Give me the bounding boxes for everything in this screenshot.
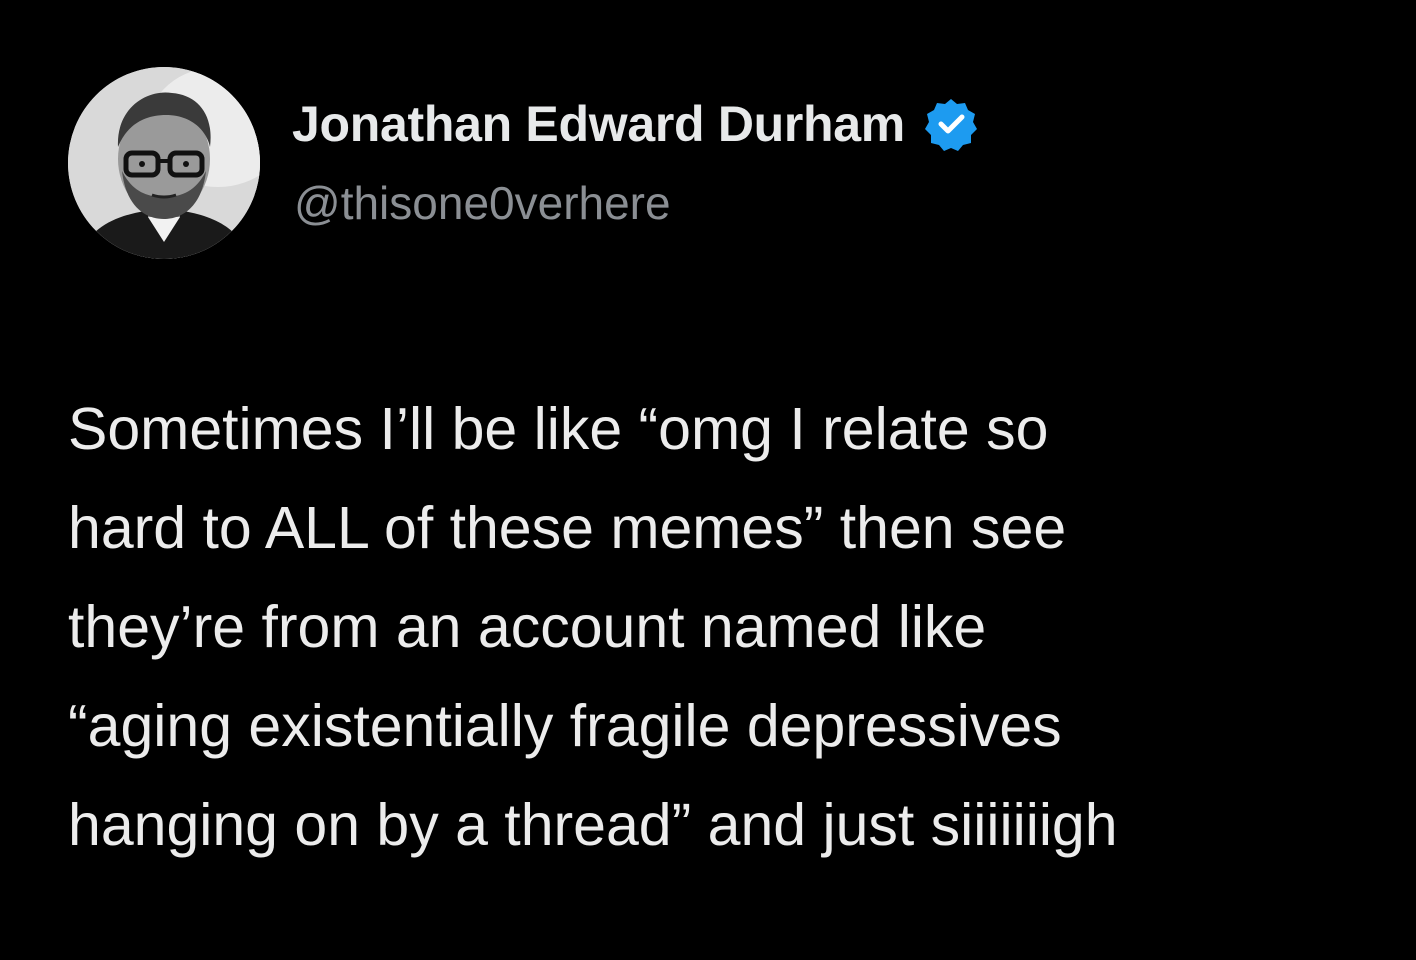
tweet-text-line: hard to ALL of these memes” then see <box>68 495 1067 561</box>
tweet-text-line: they’re from an account named like <box>68 594 987 660</box>
avatar-photo <box>68 67 260 259</box>
author-display-name[interactable]: Jonathan Edward Durham <box>292 92 905 156</box>
author-handle[interactable]: @thisone0verhere <box>294 173 671 233</box>
verified-badge-icon[interactable] <box>923 96 979 152</box>
tweet-text-line: Sometimes I’ll be like “omg I relate so <box>68 396 1049 462</box>
tweet-text-line: hanging on by a thread” and just siiiiii… <box>68 792 1118 858</box>
tweet-card: Jonathan Edward Durham @thisone0verhere … <box>0 0 1416 960</box>
author-name-row: Jonathan Edward Durham <box>292 92 979 156</box>
tweet-text: Sometimes I’ll be like “omg I relate so … <box>68 380 1398 875</box>
tweet-text-line: “aging existentially fragile depressives <box>68 693 1062 759</box>
avatar[interactable] <box>68 67 260 259</box>
